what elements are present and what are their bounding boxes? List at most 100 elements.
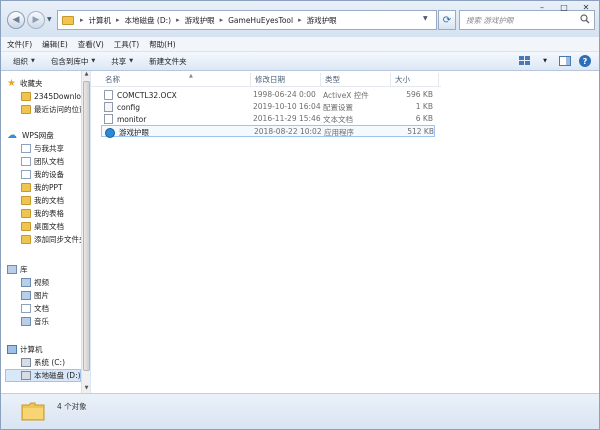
nav-item-label: 音乐 <box>34 317 49 326</box>
star-icon: ★ <box>7 78 16 89</box>
chevron-right-icon[interactable]: ▸ <box>114 16 122 24</box>
video-icon <box>21 278 31 287</box>
nav-item-label: 系统 (C:) <box>34 358 65 367</box>
window-controls: – □ ✕ <box>531 1 597 13</box>
table-row[interactable]: config 2019-10-10 16:04 配置设置 1 KB <box>101 101 435 113</box>
cloud-icon: ☁ <box>7 130 17 141</box>
nav-item-my-devices[interactable]: 我的设备 <box>21 168 64 181</box>
nav-favorites-label: 收藏夹 <box>20 79 43 88</box>
breadcrumb-game-eye[interactable]: 游戏护眼 <box>182 15 218 26</box>
change-view-button[interactable] <box>517 55 533 67</box>
column-name-label: 名称 <box>105 75 120 84</box>
table-row[interactable]: monitor 2016-11-29 15:46 文本文档 6 KB <box>101 113 435 125</box>
folder-icon <box>21 209 31 218</box>
library-icon <box>7 265 17 274</box>
folder-icon <box>21 235 31 244</box>
organize-label: 组织 <box>13 56 28 66</box>
scroll-down-icon[interactable]: ▼ <box>82 385 91 393</box>
nav-item-drive-c[interactable]: 系统 (C:) <box>21 356 65 369</box>
refresh-icon: ⟳ <box>442 14 452 26</box>
chevron-right-icon[interactable]: ▸ <box>218 16 226 24</box>
chevron-down-icon: ▼ <box>91 58 96 64</box>
header-divider <box>91 86 441 87</box>
table-row[interactable]: 游戏护眼 2018-08-22 10:02 应用程序 512 KB <box>101 125 435 138</box>
file-size: 596 KB <box>406 90 433 99</box>
nav-item-team-docs[interactable]: 团队文档 <box>21 155 64 168</box>
nav-item-label: 与我共享 <box>34 144 64 153</box>
menu-tools[interactable]: 工具(T) <box>114 39 139 50</box>
chevron-right-icon[interactable]: ▸ <box>296 16 304 24</box>
address-bar[interactable]: ▸ 计算机 ▸ 本地磁盘 (D:) ▸ 游戏护眼 ▸ GameHuEyesToo… <box>57 10 437 30</box>
nav-item-desktop-docs[interactable]: 桌面文档 <box>21 220 64 233</box>
preview-pane-button[interactable] <box>557 55 573 67</box>
nav-item-shared-with-me[interactable]: 与我共享 <box>21 142 64 155</box>
nav-item-recent-places[interactable]: 最近访问的位置 <box>21 103 87 116</box>
breadcrumb-current[interactable]: 游戏护眼 <box>304 15 340 26</box>
nav-item-music[interactable]: 音乐 <box>21 315 49 328</box>
file-size: 1 KB <box>415 102 433 111</box>
file-type: 应用程序 <box>324 128 354 137</box>
back-button[interactable]: ◀ <box>7 11 25 29</box>
close-button[interactable]: ✕ <box>575 1 597 13</box>
nav-item-drive-d[interactable]: 本地磁盘 (D:) <box>5 369 81 382</box>
refresh-button[interactable]: ⟳ <box>438 10 456 30</box>
column-header-name[interactable]: 名称 ▲ <box>101 73 251 86</box>
menu-help[interactable]: 帮助(H) <box>149 39 176 50</box>
column-header-type[interactable]: 类型 <box>321 73 391 86</box>
new-folder-button[interactable]: 新建文件夹 <box>149 56 187 67</box>
nav-favorites[interactable]: ★ 收藏夹 <box>7 77 43 90</box>
address-history-dropdown[interactable]: ▼ <box>423 15 428 22</box>
nav-wps-cloud[interactable]: ☁ WPS网盘 <box>7 129 54 142</box>
scroll-thumb[interactable] <box>83 81 90 371</box>
help-button[interactable]: ? <box>577 55 593 67</box>
text-file-icon <box>104 114 113 124</box>
column-header-size[interactable]: 大小 <box>391 73 439 86</box>
nav-item-my-documents[interactable]: 我的文档 <box>21 194 64 207</box>
nav-item-pictures[interactable]: 图片 <box>21 289 49 302</box>
nav-item-label: 我的PPT <box>34 183 63 192</box>
search-box[interactable]: 搜索 游戏护眼 <box>459 10 595 30</box>
breadcrumb-tool[interactable]: GameHuEyesTool <box>225 16 296 25</box>
search-icon <box>580 14 590 24</box>
nav-item-label: 本地磁盘 (D:) <box>34 371 81 380</box>
drive-icon <box>21 371 31 380</box>
maximize-button[interactable]: □ <box>553 1 575 13</box>
nav-item-my-ppt[interactable]: 我的PPT <box>21 181 63 194</box>
new-folder-label: 新建文件夹 <box>149 56 187 66</box>
breadcrumb-drive-d[interactable]: 本地磁盘 (D:) <box>122 15 175 26</box>
recent-pages-dropdown[interactable]: ▼ <box>47 16 52 23</box>
forward-button[interactable]: ▶ <box>27 11 45 29</box>
nav-item-label: 桌面文档 <box>34 222 64 231</box>
ocx-file-icon <box>104 90 113 100</box>
nav-item-my-sheets[interactable]: 我的表格 <box>21 207 64 220</box>
minimize-button[interactable]: – <box>531 1 553 13</box>
nav-item-label: 我的文档 <box>34 196 64 205</box>
nav-item-videos[interactable]: 视频 <box>21 276 49 289</box>
share-label: 共享 <box>111 56 127 66</box>
file-date: 2019-10-10 16:04 <box>253 102 321 111</box>
column-header-date[interactable]: 修改日期 <box>251 73 321 86</box>
help-icon: ? <box>579 55 591 67</box>
share-button[interactable]: 共享 ▼ <box>111 56 133 67</box>
view-options-dropdown[interactable]: ▼ <box>537 55 553 67</box>
scroll-up-icon[interactable]: ▲ <box>82 71 91 79</box>
menu-file[interactable]: 文件(F) <box>7 39 32 50</box>
sort-arrow-icon: ▲ <box>189 73 193 79</box>
column-date-label: 修改日期 <box>255 75 285 84</box>
nav-item-2345downloads[interactable]: 2345Downloads <box>21 90 89 103</box>
breadcrumb-computer[interactable]: 计算机 <box>86 15 115 26</box>
nav-scrollbar[interactable]: ▲ ▼ <box>81 71 90 393</box>
chevron-down-icon: ▼ <box>543 58 547 64</box>
menu-edit[interactable]: 编辑(E) <box>42 39 68 50</box>
nav-item-add-sync-folder[interactable]: 添加同步文件夹 <box>21 233 87 246</box>
nav-libraries[interactable]: 库 <box>7 263 28 276</box>
include-in-library-button[interactable]: 包含到库中 ▼ <box>51 56 95 67</box>
organize-button[interactable]: 组织 ▼ <box>13 56 35 67</box>
folder-icon <box>21 402 45 421</box>
nav-item-documents[interactable]: 文档 <box>21 302 49 315</box>
table-row[interactable]: COMCTL32.OCX 1998-06-24 0:00 ActiveX 控件 … <box>101 89 435 101</box>
file-type: 配置设置 <box>323 103 353 112</box>
chevron-right-icon[interactable]: ▸ <box>174 16 182 24</box>
nav-computer[interactable]: 计算机 <box>7 343 43 356</box>
menu-view[interactable]: 查看(V) <box>78 39 104 50</box>
